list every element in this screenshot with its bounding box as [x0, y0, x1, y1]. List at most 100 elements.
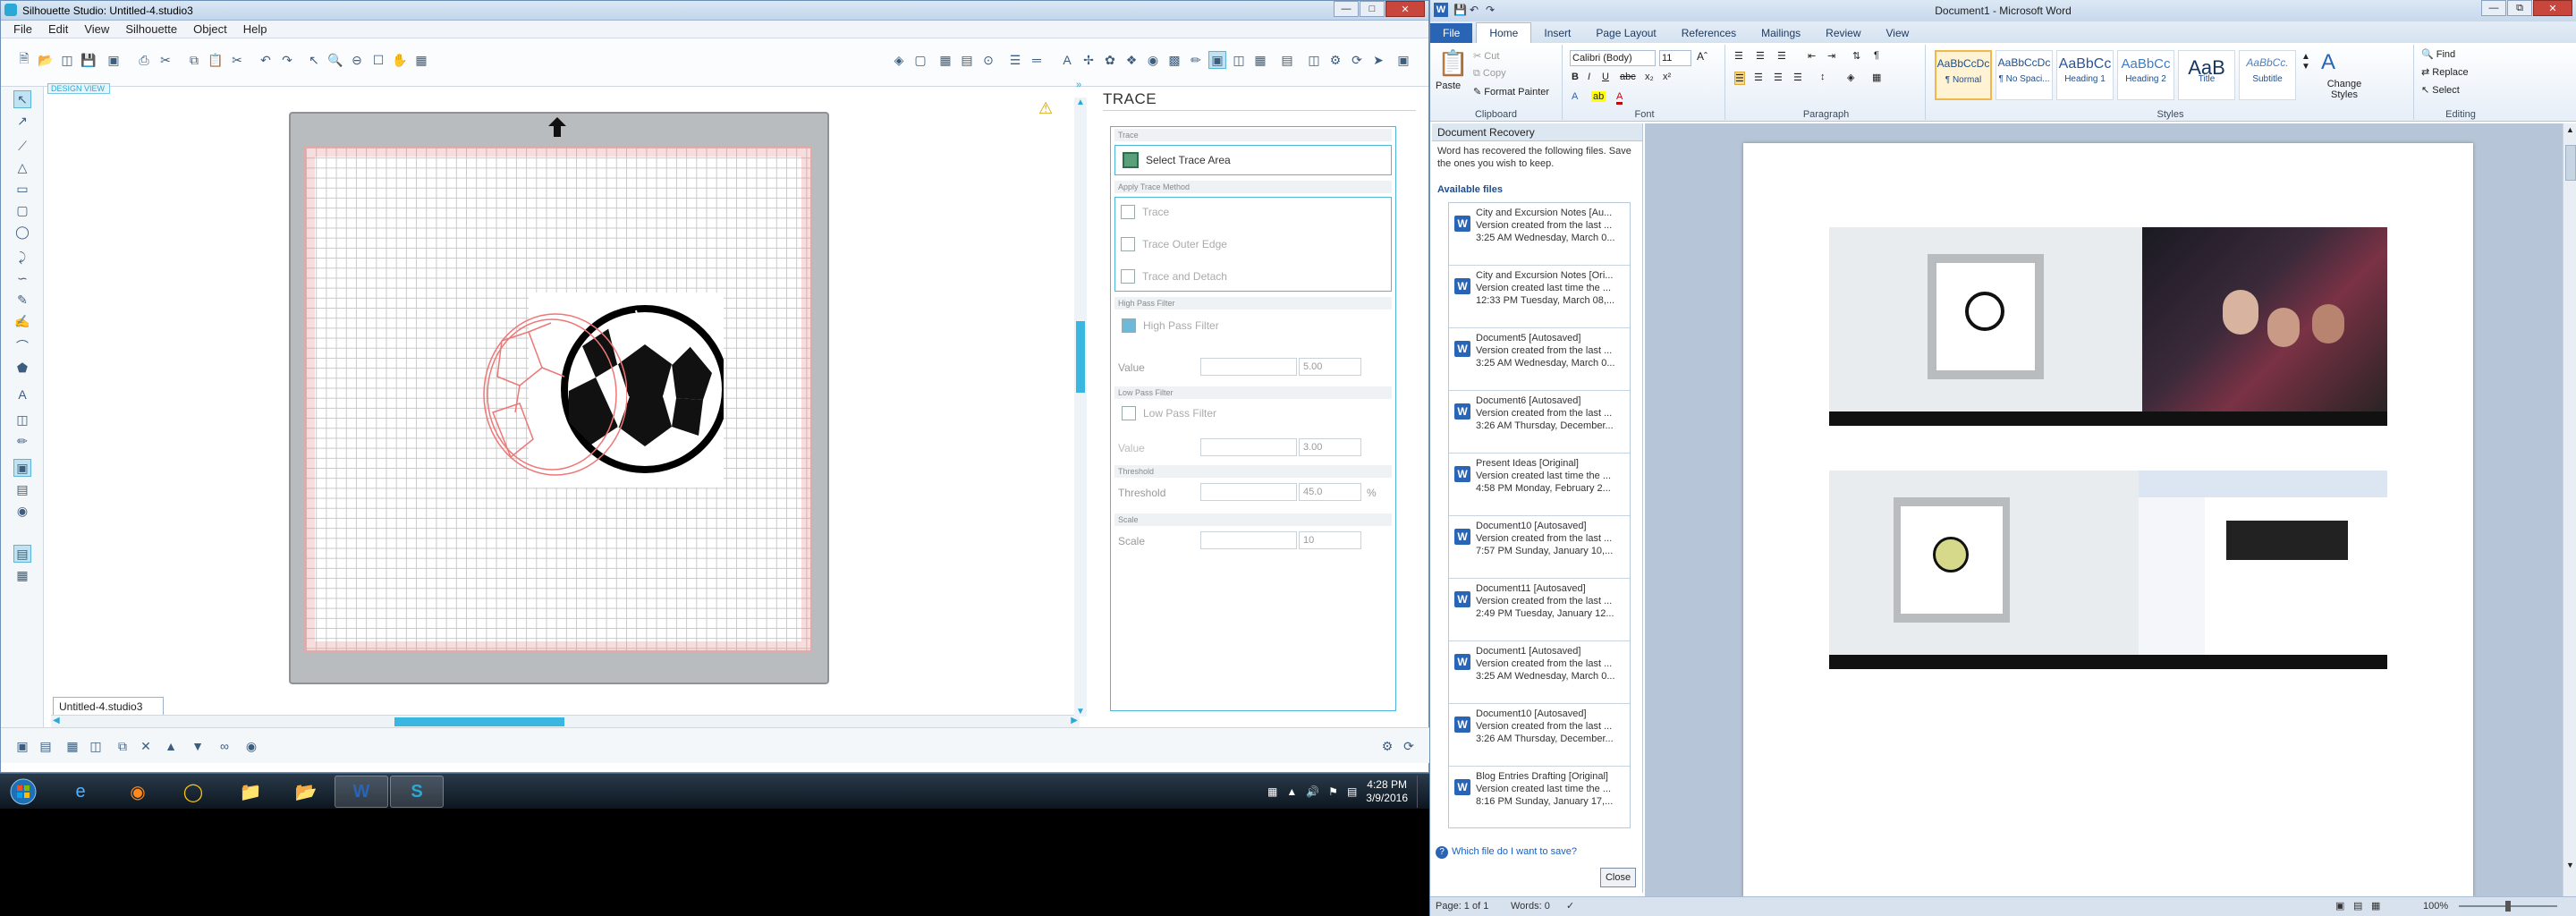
borders-icon[interactable]: ▦ [1872, 72, 1881, 83]
tab-review[interactable]: Review [1813, 23, 1873, 43]
lpf-value-field[interactable]: 3.00 [1299, 438, 1361, 456]
line-style-icon[interactable]: ═ [1028, 51, 1046, 69]
embedded-screenshot-1[interactable] [1829, 227, 2387, 426]
text-style-icon[interactable]: A [1058, 51, 1076, 69]
align-center-icon[interactable]: ☰ [1754, 72, 1763, 83]
scroll-left-icon[interactable]: ◀ [53, 716, 60, 725]
replicate-icon[interactable]: ✿ [1101, 51, 1119, 69]
view-print-layout-icon[interactable]: ▣ [2335, 900, 2344, 912]
bold-button[interactable]: B [1572, 72, 1579, 82]
word-scroll-thumb[interactable] [2565, 145, 2576, 181]
trace-outer-edge-button[interactable]: Trace Outer Edge [1142, 238, 1227, 250]
text-tool-icon[interactable]: A [13, 386, 31, 403]
pen-icon[interactable]: ✎ [13, 291, 31, 309]
warning-icon[interactable]: ⚠ [1038, 99, 1053, 118]
folder-icon[interactable]: 📂 [279, 776, 333, 808]
strikethrough-button[interactable]: abc [1620, 72, 1636, 82]
close-button[interactable]: ✕ [1385, 1, 1425, 17]
list-item[interactable]: W Document1 [Autosaved] Version created fr… [1449, 641, 1630, 704]
clock[interactable]: 4:28 PM 3/9/2016 [1366, 778, 1408, 805]
align-icon[interactable]: ☰ [1006, 51, 1024, 69]
fill-pattern-icon[interactable]: ▩ [1165, 51, 1183, 69]
window-tile-icon[interactable]: ▣ [1394, 51, 1412, 69]
copy-button[interactable]: ⧉ Copy [1473, 68, 1506, 80]
tab-mailings[interactable]: Mailings [1749, 23, 1813, 43]
print-icon[interactable]: ⎙ [135, 51, 153, 69]
maximize-button[interactable]: □ [1360, 1, 1385, 17]
low-pass-filter-checkbox[interactable] [1122, 406, 1136, 420]
increase-indent-icon[interactable]: ⇥ [1827, 50, 1835, 62]
volume-icon[interactable]: 🔊 [1306, 785, 1319, 798]
horizontal-scrollbar[interactable]: ◀ ▶ [51, 715, 1080, 727]
word-maximize-button[interactable]: ⧉ [2507, 0, 2532, 16]
underline-button[interactable]: U [1602, 72, 1609, 82]
silhouette-titlebar[interactable]: Silhouette Studio: Untitled-4.studio3 — … [1, 1, 1428, 21]
pan-hand-icon[interactable]: ✋ [391, 51, 409, 69]
multilevel-list-icon[interactable]: ☰ [1777, 50, 1786, 62]
online-store-icon[interactable]: ◉ [13, 502, 31, 520]
grow-font-icon[interactable]: Aˆ [1697, 50, 1707, 63]
cut-button[interactable]: ✂ Cut [1473, 50, 1499, 62]
cut-to-silhouette-icon[interactable]: ✂ [157, 51, 174, 69]
hpf-slider[interactable] [1200, 358, 1297, 376]
style-subtitle[interactable]: AaBbCc. Subtitle [2239, 50, 2296, 100]
network-icon[interactable]: ▤ [1347, 785, 1357, 798]
make-compound-icon[interactable]: ▦ [64, 737, 81, 755]
paste-button[interactable]: Paste [1436, 81, 1461, 91]
tray-expand-icon[interactable]: ▲ [1286, 785, 1297, 798]
copy-icon[interactable]: ⧉ [185, 51, 203, 69]
save-icon[interactable]: 💾 [80, 51, 97, 69]
zoom-box-icon[interactable]: ☐ [369, 51, 387, 69]
ungroup-icon[interactable]: ▤ [37, 737, 55, 755]
cut-icon[interactable]: ✂ [228, 51, 246, 69]
format-painter-button[interactable]: ✎ Format Painter [1473, 86, 1549, 98]
list-item[interactable]: W Document11 [Autosaved] Version created f… [1449, 579, 1630, 641]
knife-icon[interactable]: ✏ [1187, 51, 1205, 69]
flag-icon[interactable]: ⚑ [1328, 785, 1338, 798]
scale-slider[interactable] [1200, 531, 1297, 549]
split-view-icon[interactable]: ▦ [13, 566, 31, 584]
zoom-level[interactable]: 100% [2423, 901, 2448, 912]
paste-icon[interactable]: 📋 [207, 51, 225, 69]
start-button[interactable] [4, 776, 43, 808]
eraser-icon[interactable]: ◫ [1305, 51, 1323, 69]
highlight-icon[interactable]: ab [1591, 91, 1606, 102]
silhouette-taskbar-icon[interactable]: S [390, 776, 444, 808]
find-button[interactable]: 🔍 Find [2421, 48, 2455, 60]
open-folder-icon[interactable]: 📂 [37, 51, 55, 69]
transform-icon[interactable]: ✢ [1080, 51, 1097, 69]
word-close-button[interactable]: ✕ [2533, 0, 2572, 16]
recovery-close-button[interactable]: Close [1600, 868, 1636, 887]
list-item[interactable]: W Document5 [Autosaved] Version created fr… [1449, 328, 1630, 391]
eraser-tool-icon[interactable]: ◫ [13, 411, 31, 428]
select-icon[interactable]: ↖ [305, 51, 323, 69]
panel-expand-icon[interactable]: » [1076, 80, 1081, 90]
align-left-icon[interactable]: ☰ [1734, 72, 1745, 85]
threshold-value-field[interactable]: 45.0 [1299, 483, 1361, 501]
zoom-out-icon[interactable]: ⊖ [348, 51, 366, 69]
scroll-down-icon[interactable]: ▼ [1076, 707, 1085, 717]
document-page[interactable] [1743, 143, 2473, 898]
arc-icon[interactable]: ⌒ [13, 337, 31, 355]
internet-explorer-icon[interactable]: e [54, 776, 107, 808]
replace-button[interactable]: ⇄ Replace [2421, 66, 2469, 78]
scale-value-field[interactable]: 10 [1299, 531, 1361, 549]
word-scroll-down-icon[interactable]: ▼ [2566, 861, 2574, 869]
firefox-icon[interactable]: ◉ [111, 776, 165, 808]
release-compound-icon[interactable]: ◫ [87, 737, 105, 755]
fill-color-icon[interactable]: ◈ [890, 51, 908, 69]
freehand-icon[interactable]: ✍ [13, 312, 31, 330]
trace-icon[interactable]: ▣ [1208, 51, 1226, 69]
numbering-icon[interactable]: ☰ [1756, 50, 1765, 62]
justify-icon[interactable]: ☰ [1793, 72, 1802, 83]
show-desktop-button[interactable] [1417, 776, 1426, 808]
refresh-icon[interactable]: ⟳ [1400, 737, 1418, 755]
offset-icon[interactable]: ◉ [1144, 51, 1162, 69]
select-trace-area-button[interactable]: Select Trace Area [1114, 145, 1392, 175]
menu-file[interactable]: File [13, 22, 32, 36]
trace-and-detach-button[interactable]: Trace and Detach [1142, 270, 1227, 283]
paste-icon[interactable]: 📋 [1437, 48, 1469, 78]
knife-tool-icon[interactable]: ✏ [13, 432, 31, 450]
style-no-spacing[interactable]: AaBbCcDc ¶ No Spaci... [1996, 50, 2053, 100]
align-right-icon[interactable]: ☰ [1774, 72, 1783, 83]
